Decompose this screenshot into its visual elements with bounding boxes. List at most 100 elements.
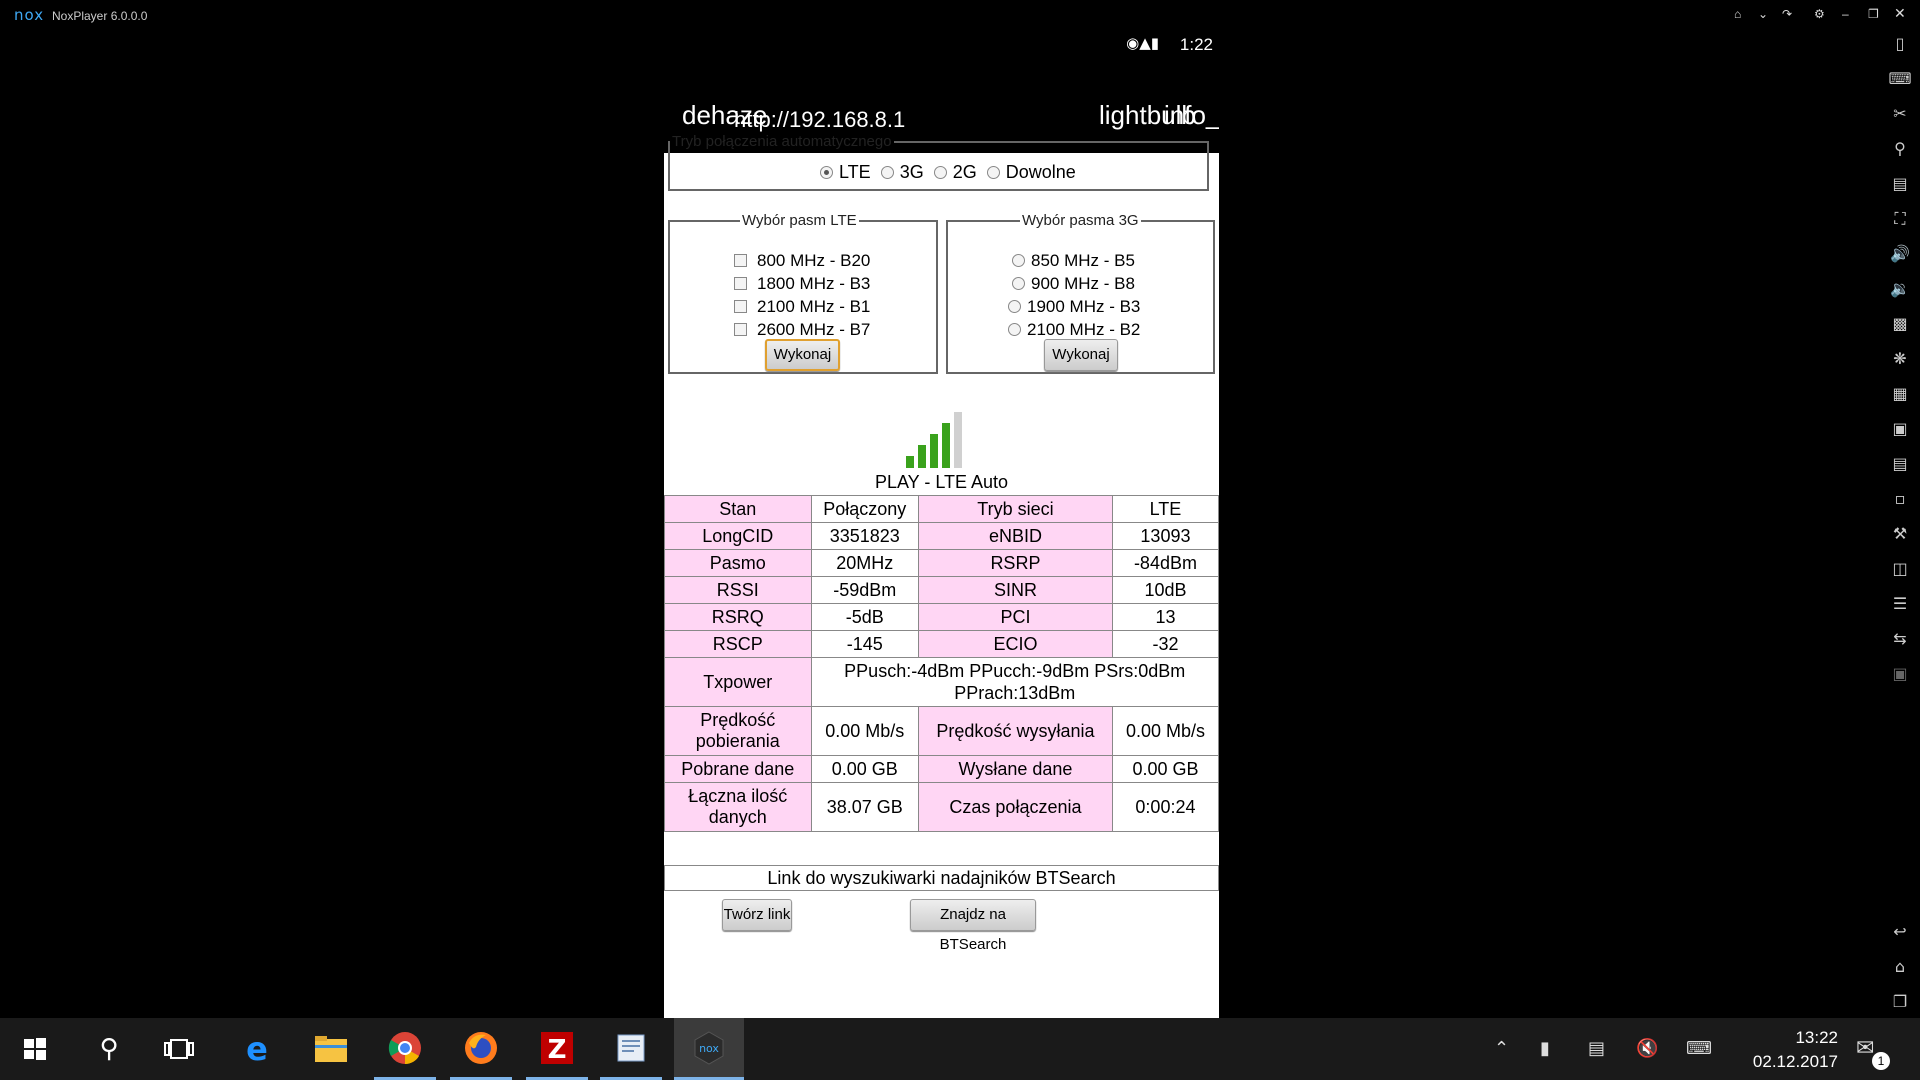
info-key: Czas połączenia bbox=[917, 782, 1113, 832]
signal-bar bbox=[930, 434, 938, 468]
notification-count: 1 bbox=[1872, 1052, 1890, 1070]
info-value: -59dBm bbox=[810, 576, 919, 604]
back-icon[interactable]: ↩ bbox=[1888, 920, 1912, 944]
home-nav-icon[interactable]: ⌂ bbox=[1888, 955, 1912, 979]
loading-icon[interactable]: ❋ bbox=[1888, 347, 1912, 371]
taskbar: ⚲ e Z nox ⌃ ▮ ▤ 🔇 ⌨ 13:22 02.12.2017 ✉ 1 bbox=[0, 1018, 1920, 1080]
info-row: RSSI -59dBm SINR 10dB bbox=[664, 576, 1219, 604]
nox-logo: nox bbox=[14, 6, 45, 24]
keyboard-icon[interactable]: ⌨ bbox=[1888, 67, 1912, 91]
tools-icon[interactable]: ⚒ bbox=[1888, 522, 1912, 546]
taskbar-clock[interactable]: 13:22 02.12.2017 bbox=[1728, 1026, 1838, 1074]
radio-b8[interactable] bbox=[1012, 277, 1025, 290]
notification-icon[interactable]: ✉ bbox=[1856, 1018, 1874, 1080]
info-key: Tryb sieci bbox=[917, 495, 1113, 523]
edge-icon[interactable]: e bbox=[226, 1018, 288, 1080]
expand-icon[interactable]: ▣ bbox=[1888, 662, 1912, 686]
txpower-value: PPusch:-4dBm PPucch:-9dBm PSrs:0dBm PPra… bbox=[810, 657, 1219, 707]
info-key: Stan bbox=[664, 495, 812, 523]
radio-b2-label: 2100 MHz - B2 bbox=[1027, 320, 1141, 339]
info-key: Prędkość pobierania bbox=[664, 706, 812, 756]
signal-bar bbox=[942, 423, 950, 468]
screenshot-icon[interactable]: ▦ bbox=[1888, 382, 1912, 406]
wifi-signal-battery-icon: ◉▲▮ bbox=[1126, 34, 1159, 52]
total-row: Łączna ilość danych 38.07 GB Czas połączen… bbox=[664, 782, 1219, 832]
radio-b2[interactable] bbox=[1008, 323, 1021, 336]
radio-b5[interactable] bbox=[1012, 254, 1025, 267]
info-row: RSRQ -5dB PCI 13 bbox=[664, 603, 1219, 631]
firefox-icon[interactable] bbox=[450, 1018, 512, 1080]
screen-icon[interactable]: ▤ bbox=[1888, 172, 1912, 196]
volume-up-icon[interactable]: 🔊 bbox=[1888, 242, 1912, 266]
radio-2g[interactable] bbox=[933, 166, 947, 179]
info-button[interactable]: info_ bbox=[1164, 100, 1219, 131]
info-key: SINR bbox=[917, 576, 1113, 604]
radio-any-label: Dowolne bbox=[1005, 162, 1076, 182]
emulator-sidebar: ▯ ⌨ ✂ ⚲ ▤ ⛶ 🔊 🔉 ▩ ❋ ▦ ▣ ▤ ▫ ⚒ ◫ ☰ ⇆ ▣ ↩ … bbox=[1880, 30, 1920, 1020]
status-time: 1:22 bbox=[1179, 35, 1213, 54]
radio-lte[interactable] bbox=[820, 166, 833, 179]
volume-muted-icon[interactable]: 🔇 bbox=[1636, 1018, 1658, 1080]
pin-icon[interactable]: ↷ bbox=[1782, 7, 1792, 21]
find-btsearch-button[interactable]: Znajdz na BTSearch bbox=[910, 899, 1036, 953]
info-key: RSRQ bbox=[664, 603, 812, 631]
url-title: http://192.168.8.1 bbox=[734, 107, 906, 132]
minimize-icon[interactable]: – bbox=[1842, 7, 1849, 21]
3g-execute-button[interactable]: Wykonaj bbox=[1044, 339, 1118, 371]
chevron-down-icon[interactable]: ⌄ bbox=[1758, 7, 1768, 21]
info-value: 0.00 GB bbox=[1111, 755, 1219, 783]
search-icon[interactable]: ⚲ bbox=[78, 1018, 140, 1080]
checkbox-b3-label: 1800 MHz - B3 bbox=[757, 274, 871, 293]
lte-execute-button[interactable]: Wykonaj bbox=[765, 339, 840, 371]
info-key: Pasmo bbox=[664, 549, 812, 577]
radio-b3-3g[interactable] bbox=[1008, 300, 1021, 313]
info-key: Pobrane dane bbox=[664, 755, 812, 783]
macro-icon[interactable]: ▫ bbox=[1888, 487, 1912, 511]
record-icon[interactable]: ▣ bbox=[1888, 417, 1912, 441]
info-value: 13 bbox=[1111, 603, 1219, 631]
settings-sliders-icon[interactable]: ⇆ bbox=[1888, 627, 1912, 651]
scissors-icon[interactable]: ✂ bbox=[1888, 102, 1912, 126]
info-key: RSCP bbox=[664, 630, 812, 658]
info-value: -5dB bbox=[810, 603, 919, 631]
sync-icon[interactable]: ◫ bbox=[1888, 557, 1912, 581]
multi-instance-icon[interactable]: ▤ bbox=[1888, 452, 1912, 476]
close-icon[interactable]: ✕ bbox=[1894, 5, 1906, 22]
checkbox-b7[interactable] bbox=[734, 323, 747, 336]
gear-icon[interactable]: ⚙ bbox=[1814, 7, 1825, 21]
chrome-icon[interactable] bbox=[374, 1018, 436, 1080]
nox-taskbar-icon[interactable]: nox bbox=[674, 1018, 744, 1080]
start-icon[interactable] bbox=[4, 1018, 66, 1080]
keyboard-tray-icon[interactable]: ⌨ bbox=[1686, 1018, 1712, 1080]
create-link-button[interactable]: Twórz link bbox=[722, 899, 792, 931]
signal-strength-icon bbox=[906, 412, 976, 468]
fullscreen-icon[interactable]: ⛶ bbox=[1888, 207, 1912, 231]
menu-icon[interactable]: ☰ bbox=[1888, 592, 1912, 616]
shake-icon[interactable]: ▯ bbox=[1888, 32, 1912, 56]
info-row: Pasmo 20MHz RSRP -84dBm bbox=[664, 549, 1219, 577]
document-app-icon[interactable] bbox=[600, 1018, 662, 1080]
checkbox-b1[interactable] bbox=[734, 300, 747, 313]
radio-any[interactable] bbox=[986, 166, 1000, 179]
checkbox-b3[interactable] bbox=[734, 277, 747, 290]
info-value: 0.00 GB bbox=[810, 755, 919, 783]
restore-icon[interactable]: ❐ bbox=[1868, 7, 1879, 21]
radio-3g[interactable] bbox=[880, 166, 894, 179]
file-explorer-icon[interactable] bbox=[300, 1018, 362, 1080]
info-value: -84dBm bbox=[1111, 549, 1219, 577]
show-hidden-icons-icon[interactable]: ⌃ bbox=[1494, 1018, 1509, 1080]
filezilla-icon[interactable]: Z bbox=[526, 1018, 588, 1080]
home-icon[interactable]: ⌂ bbox=[1734, 7, 1741, 21]
location-icon[interactable]: ⚲ bbox=[1888, 137, 1912, 161]
radio-3g-label: 3G bbox=[899, 162, 924, 182]
checkbox-b20[interactable] bbox=[734, 254, 747, 267]
recent-apps-icon[interactable]: ❐ bbox=[1888, 990, 1912, 1014]
window-title: NoxPlayer 6.0.0.0 bbox=[52, 9, 148, 23]
title-bar: nox NoxPlayer 6.0.0.0 ⌂ ⌄ ↷ ⚙ – ❐ ✕ bbox=[0, 0, 1920, 30]
volume-down-icon[interactable]: 🔉 bbox=[1888, 277, 1912, 301]
task-view-icon[interactable] bbox=[148, 1018, 210, 1080]
info-key: Łączna ilość danych bbox=[664, 782, 812, 832]
battery-icon[interactable]: ▮ bbox=[1540, 1018, 1550, 1080]
network-icon[interactable]: ▤ bbox=[1588, 1018, 1605, 1080]
apk-icon[interactable]: ▩ bbox=[1888, 312, 1912, 336]
